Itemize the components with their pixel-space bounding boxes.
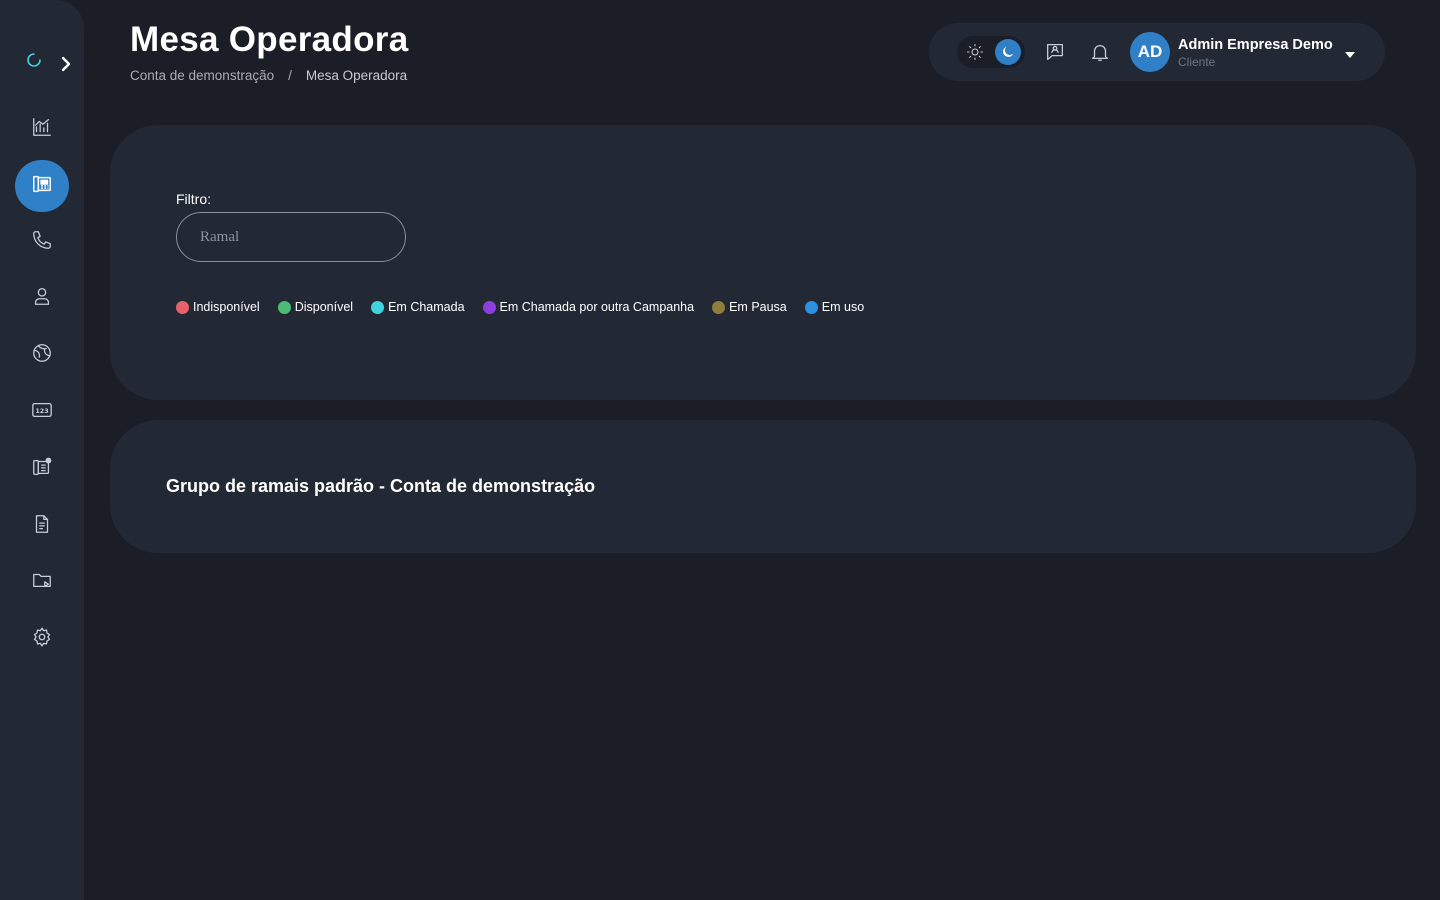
legend-item-em-chamada: Em Chamada — [371, 300, 465, 314]
legend-item-em-uso: Em uso — [804, 300, 865, 314]
status-legend: Indisponível Disponível Em Chamada Em Ch… — [176, 300, 882, 314]
sidebar-item-settings[interactable] — [15, 613, 69, 665]
status-dot — [371, 300, 385, 314]
sidebar-item-routes[interactable] — [15, 329, 69, 381]
breadcrumb: Conta de demonstração / Mesa Operadora — [130, 68, 407, 83]
extension-group-card: Grupo de ramais padrão - Conta de demons… — [110, 420, 1416, 553]
numbers-icon: 123 — [31, 399, 53, 426]
user-icon — [31, 285, 53, 312]
sidebar-item-numbers[interactable]: 123 — [15, 386, 69, 438]
user-name[interactable]: Admin Empresa Demo — [1178, 37, 1333, 53]
legend-item-disponivel: Disponível — [277, 300, 354, 314]
filter-label: Filtro: — [176, 191, 211, 207]
gear-icon — [31, 626, 53, 653]
filter-card: Filtro: Indisponível Disponível Em Chama… — [110, 125, 1416, 400]
extension-panel-icon — [31, 456, 53, 483]
bell-icon[interactable] — [1088, 40, 1112, 64]
sidebar-item-calls[interactable] — [15, 216, 69, 268]
operator-desk-icon — [31, 173, 53, 200]
caret-down-icon[interactable] — [1343, 47, 1357, 58]
theme-toggle[interactable] — [957, 36, 1025, 68]
legend-label: Em Chamada por outra Campanha — [499, 300, 695, 314]
chat-agent-icon[interactable] — [1043, 40, 1067, 64]
legend-item-em-chamada-outra-campanha: Em Chamada por outra Campanha — [482, 300, 695, 314]
legend-label: Em Pausa — [729, 300, 787, 314]
phone-icon — [31, 229, 53, 256]
legend-label: Disponível — [294, 300, 354, 314]
chevron-right-icon[interactable] — [58, 55, 74, 73]
sidebar-item-extensions[interactable] — [15, 443, 69, 495]
legend-label: Indisponível — [193, 300, 260, 314]
status-dot — [804, 300, 818, 314]
legend-item-indisponivel: Indisponível — [176, 300, 260, 314]
chart-icon — [31, 116, 53, 143]
document-icon — [31, 513, 53, 540]
top-bar: AD Admin Empresa Demo Cliente — [929, 23, 1385, 81]
user-role: Cliente — [1178, 55, 1216, 69]
breadcrumb-separator: / — [288, 68, 292, 83]
moon-icon[interactable] — [995, 39, 1021, 65]
avatar[interactable]: AD — [1130, 32, 1170, 72]
sidebar: 123 — [0, 0, 84, 900]
group-title: Grupo de ramais padrão - Conta de demons… — [166, 476, 596, 496]
status-dot — [176, 300, 189, 314]
status-dot — [712, 300, 726, 314]
page-title: Mesa Operadora — [130, 20, 409, 59]
folder-play-icon — [31, 569, 53, 596]
extension-filter-input[interactable] — [176, 212, 406, 262]
breadcrumb-current: Mesa Operadora — [305, 68, 408, 83]
sidebar-item-recordings[interactable] — [15, 556, 69, 608]
loading-logo-icon — [26, 52, 42, 68]
sidebar-item-users[interactable] — [15, 272, 69, 324]
status-dot — [482, 300, 496, 314]
legend-item-em-pausa: Em Pausa — [712, 300, 787, 314]
svg-text:123: 123 — [35, 406, 48, 414]
sidebar-item-reports[interactable] — [15, 500, 69, 552]
status-dot — [277, 300, 291, 314]
legend-label: Em uso — [821, 300, 865, 314]
globe-icon — [31, 342, 53, 369]
legend-label: Em Chamada — [388, 300, 465, 314]
breadcrumb-parent-link[interactable]: Conta de demonstração — [130, 68, 274, 83]
sidebar-item-dashboard[interactable] — [15, 103, 69, 155]
sun-icon[interactable] — [963, 40, 987, 64]
sidebar-item-mesa-operadora[interactable] — [15, 160, 69, 212]
